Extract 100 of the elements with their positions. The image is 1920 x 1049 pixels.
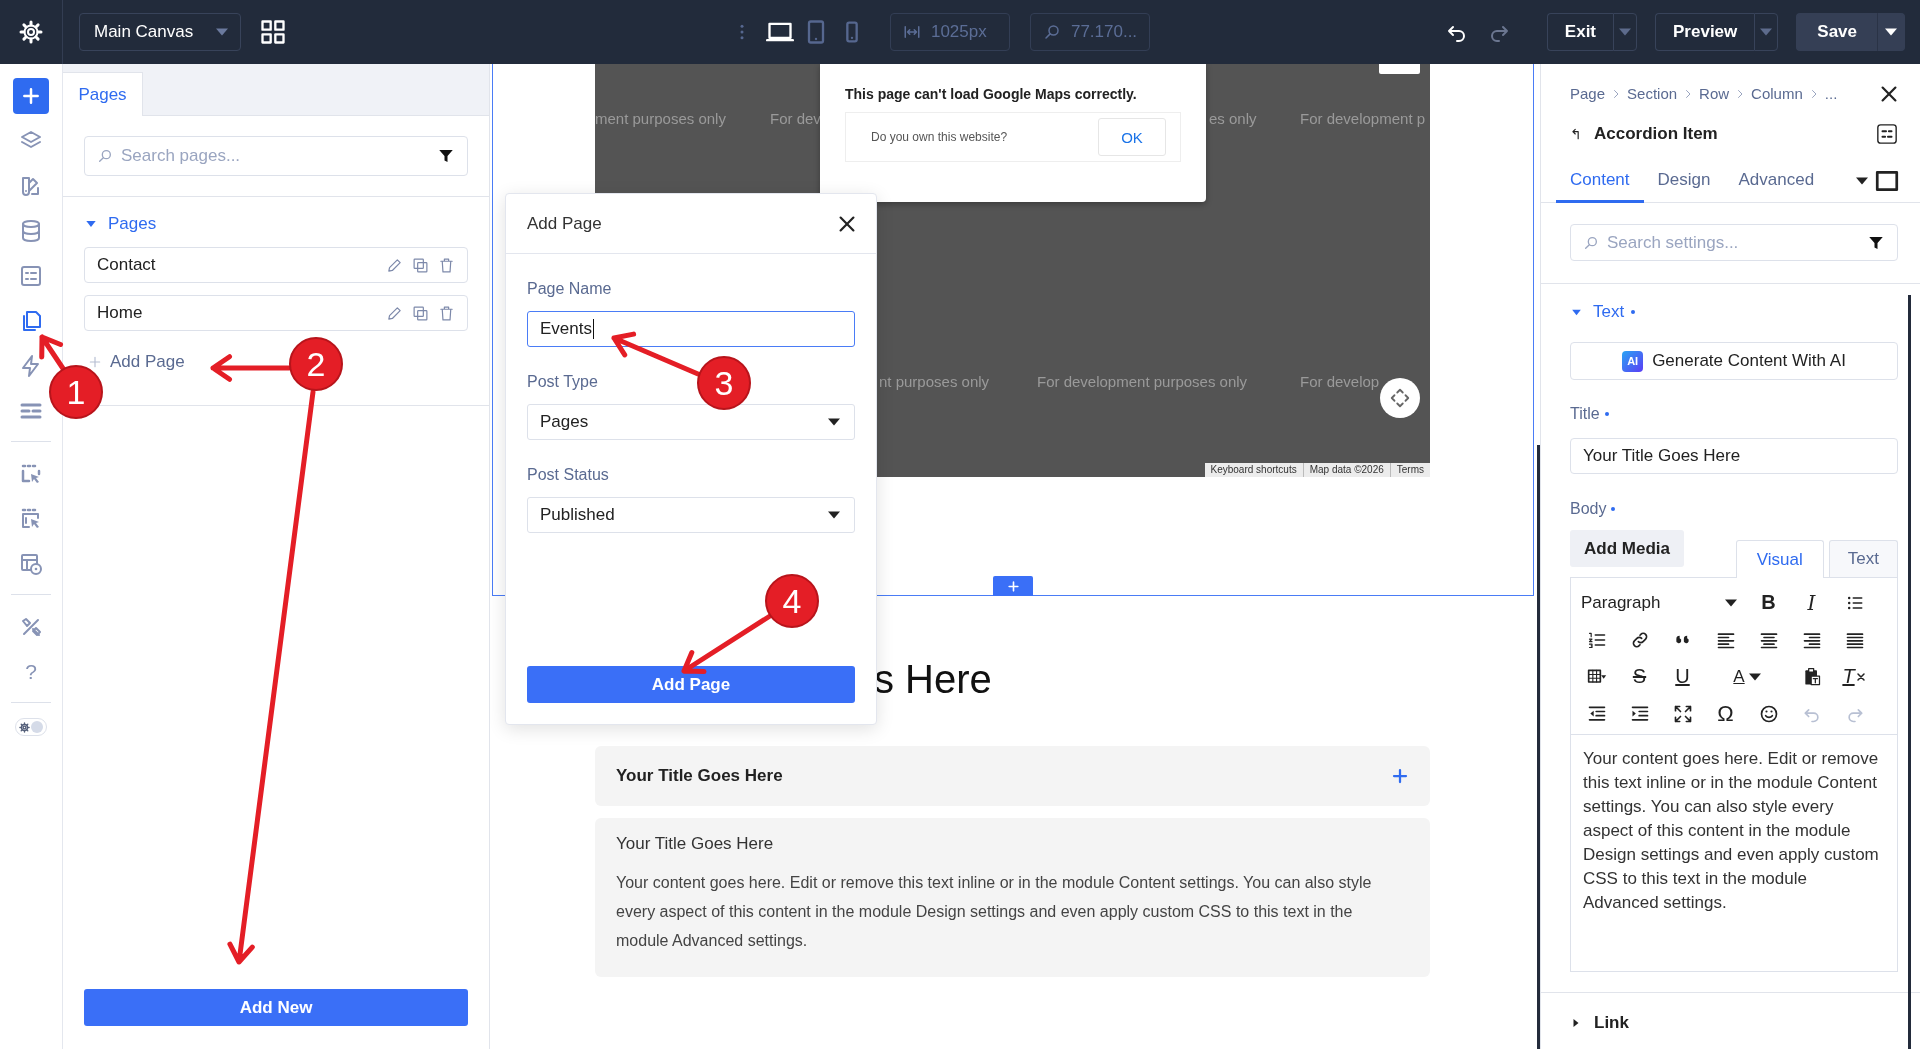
plus-icon[interactable] <box>1391 767 1409 785</box>
search-icon <box>1583 234 1599 251</box>
trash-icon[interactable] <box>438 304 455 322</box>
add-button[interactable] <box>13 77 49 114</box>
heading: s Here <box>874 656 992 703</box>
breadcrumb-item[interactable]: Column <box>1751 85 1803 103</box>
map-attribution[interactable]: Terms <box>1389 463 1430 477</box>
editor-tab[interactable]: Visual <box>1735 540 1824 578</box>
database-icon[interactable] <box>19 218 43 243</box>
element-title: Accordion Item <box>1594 123 1719 144</box>
copy-icon[interactable] <box>412 304 429 322</box>
ok-button[interactable]: OK <box>1098 118 1166 156</box>
map-watermark: nt purposes only <box>879 372 990 392</box>
search-icon <box>97 148 113 164</box>
pencil-icon[interactable] <box>386 256 403 274</box>
map-watermark: For development purposes only <box>1037 372 1248 392</box>
tab[interactable]: Design <box>1643 159 1725 203</box>
search-input[interactable]: Search pages... <box>121 146 429 166</box>
accordion-body: Your content goes here. Edit or remove this text inline or in the module Content settings. You can also style every aspect of this content in the module Design settings and even apply custom CSS to this text in the module Advanced settings. <box>616 873 1373 951</box>
copy-icon[interactable] <box>412 256 429 274</box>
modified-dot <box>1631 310 1636 314</box>
title-field[interactable]: Your Title Goes Here <box>1570 438 1898 474</box>
section-label[interactable]: Link <box>1594 1013 1629 1033</box>
canvas-dropdown[interactable]: Main Canvas <box>79 13 241 51</box>
caret-icon <box>1760 28 1773 36</box>
action-button[interactable]: Save <box>1796 13 1877 51</box>
layout-preview-icon[interactable] <box>19 551 43 576</box>
symbol-button[interactable]: Ω <box>1704 695 1747 732</box>
group-label[interactable]: Pages <box>108 214 157 234</box>
scrollbar[interactable] <box>1537 445 1540 1049</box>
accordion-title: Your Title Goes Here <box>616 834 775 854</box>
editor-tab[interactable]: Text <box>1828 540 1898 577</box>
strikethrough-button[interactable]: S <box>1618 658 1661 695</box>
settings-icon[interactable] <box>19 20 43 44</box>
add-page-button[interactable]: Add Page <box>527 666 855 703</box>
underline-button[interactable]: U <box>1661 658 1704 695</box>
action-button[interactable]: Preview <box>1655 13 1755 51</box>
options-icon[interactable] <box>1876 122 1898 145</box>
width-icon <box>902 23 921 41</box>
editor-text: Your content goes here. Edit or remove this text inline or in the module Content settings. You can also style every aspect of this content in the module Design settings and even apply custom CSS to this text in the module Advanced settings. <box>1582 748 1880 914</box>
tab[interactable]: Content <box>1556 159 1644 203</box>
caret-icon <box>216 28 228 36</box>
dropdown-button[interactable] <box>1877 13 1905 51</box>
error-message: This page can't load Google Maps correctly. <box>845 86 1138 102</box>
generate-ai-button[interactable]: AI Generate Content With AI <box>1570 342 1898 380</box>
text-field[interactable]: Events <box>527 311 855 347</box>
section-label[interactable]: Text <box>1593 302 1625 322</box>
trash-icon[interactable] <box>438 256 455 274</box>
x-icon <box>1854 670 1867 683</box>
map-watermark: For development p <box>1300 109 1426 129</box>
pencil-icon[interactable] <box>386 304 403 322</box>
theme-toggle[interactable] <box>15 718 47 736</box>
clear-format-button[interactable]: T <box>1833 658 1876 695</box>
move-icon <box>1389 387 1411 409</box>
format-dropdown[interactable]: Paragraph <box>1575 584 1747 621</box>
accordion-item[interactable]: Your Title Goes Here <box>595 746 1430 806</box>
search-field[interactable]: Search settings... <box>1570 224 1898 261</box>
form-icon[interactable] <box>19 263 43 288</box>
text-color-button[interactable]: A <box>1733 666 1745 687</box>
map-attribution[interactable]: Map data ©2026 <box>1302 463 1390 477</box>
field-label: Page Name <box>527 279 612 299</box>
grid-icon[interactable] <box>259 18 287 46</box>
search-field[interactable]: Search pages... <box>84 136 468 176</box>
zoom-icon <box>1042 23 1061 41</box>
emoji-icon[interactable] <box>1758 703 1779 724</box>
filter-icon[interactable] <box>437 147 455 165</box>
add-section-button[interactable] <box>993 576 1033 596</box>
breadcrumb-item[interactable]: Section <box>1627 85 1678 103</box>
bold-button[interactable]: B <box>1747 584 1790 621</box>
search-input[interactable]: Search settings... <box>1607 232 1859 253</box>
map-attribution[interactable]: Keyboard shortcuts <box>1204 463 1303 477</box>
breadcrumb-item[interactable]: ... <box>1824 85 1838 103</box>
caret-icon[interactable] <box>1748 672 1761 681</box>
gear-icon <box>19 721 30 733</box>
action-button[interactable]: Exit <box>1546 13 1614 51</box>
add-media-button[interactable]: Add Media <box>1570 530 1684 567</box>
tab[interactable]: Pages <box>63 72 143 116</box>
add-new-button[interactable]: Add New <box>84 989 468 1026</box>
select-field[interactable]: Published <box>527 497 855 533</box>
plus-icon <box>88 355 102 369</box>
scrollbar[interactable] <box>1908 295 1911 1049</box>
breadcrumb-item[interactable]: Page <box>1570 85 1606 103</box>
plus-icon <box>21 85 41 106</box>
italic-button[interactable]: I <box>1790 584 1833 621</box>
map-watermark: ment purposes only <box>595 109 726 129</box>
ai-logo: AI <box>1622 350 1644 372</box>
tab[interactable]: Advanced <box>1724 159 1829 203</box>
caret-icon[interactable] <box>1856 176 1868 185</box>
map-pan-control[interactable] <box>1380 378 1420 418</box>
select-field[interactable]: Pages <box>527 404 855 440</box>
list-row[interactable]: Contact <box>84 247 468 283</box>
question-text: Do you own this website? <box>871 130 1008 144</box>
list-row[interactable]: Home <box>84 295 468 331</box>
fullscreen-icon[interactable] <box>1672 703 1693 724</box>
field-label: Body <box>1570 500 1607 518</box>
breadcrumb-item[interactable]: Row <box>1699 85 1730 103</box>
modified-dot <box>1604 412 1609 416</box>
caret-icon <box>828 511 840 519</box>
dialog-title: Add Page <box>527 213 602 234</box>
field-label: Post Type <box>527 372 598 392</box>
